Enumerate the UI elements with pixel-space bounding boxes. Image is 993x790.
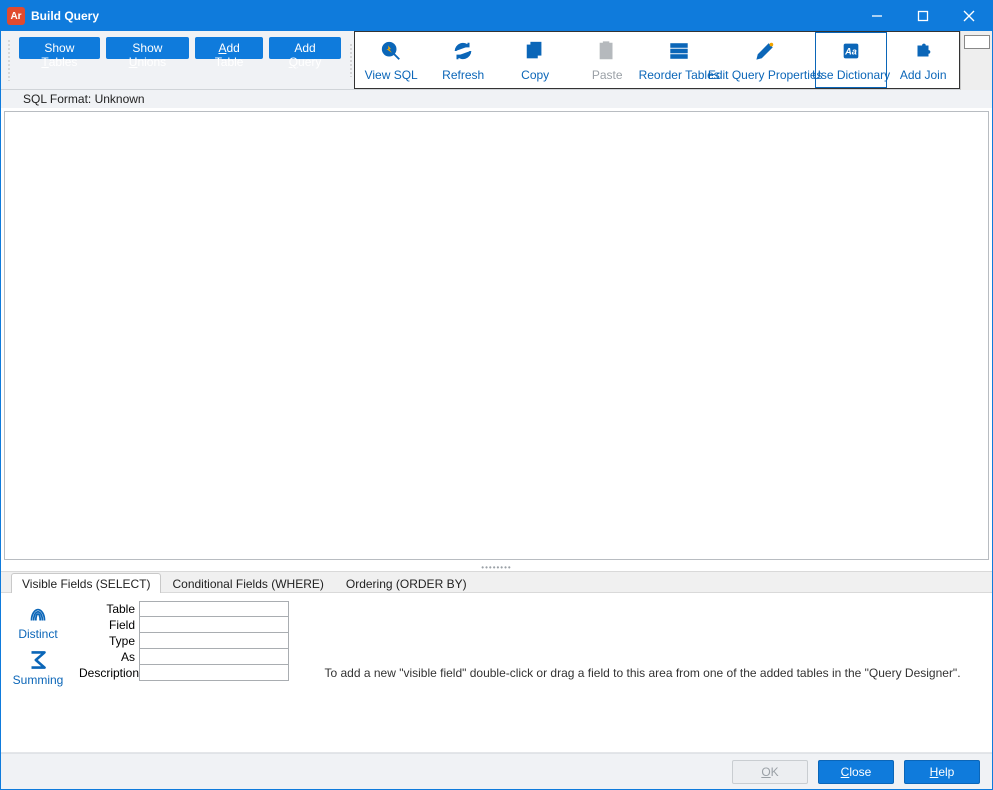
left-toolbar: Show Tables Show Unions Add Table Add Qu… — [1, 31, 347, 89]
dictionary-icon: Aa — [840, 38, 862, 64]
reorder-tables-icon — [668, 38, 690, 64]
side-swatch — [960, 31, 992, 90]
fingerprint-icon — [25, 601, 51, 627]
paste-button: Paste — [571, 32, 643, 88]
tab-conditional-fields[interactable]: Conditional Fields (WHERE) — [161, 573, 334, 593]
add-join-button[interactable]: Add Join — [887, 32, 959, 88]
copy-button[interactable]: Copy — [499, 32, 571, 88]
ok-button: OK — [732, 760, 808, 784]
show-unions-button[interactable]: Show Unions — [106, 37, 189, 59]
label-description: Description — [79, 666, 139, 680]
close-button[interactable]: Close — [818, 760, 894, 784]
toolbar-gripper[interactable] — [347, 31, 354, 89]
titlebar: Ar Build Query — [1, 1, 992, 31]
reorder-tables-button[interactable]: Reorder Tables — [643, 32, 715, 88]
label-table: Table — [79, 602, 139, 616]
toolbar-area: Show Tables Show Unions Add Table Add Qu… — [1, 31, 992, 90]
window-title: Build Query — [31, 9, 99, 23]
edit-pencil-icon — [754, 38, 776, 64]
summing-tool[interactable]: Summing — [13, 647, 64, 687]
ribbon-toolbar: View SQL Refresh Copy Paste Reorder Tabl… — [354, 31, 960, 89]
distinct-tool[interactable]: Distinct — [18, 601, 57, 641]
app-icon: Ar — [7, 7, 25, 25]
edit-query-properties-button[interactable]: Edit Query Properties — [715, 32, 815, 88]
maximize-button[interactable] — [900, 1, 946, 31]
show-tables-button[interactable]: Show Tables — [19, 37, 100, 59]
visible-fields-hint: To add a new "visible field" double-clic… — [303, 601, 982, 744]
input-table[interactable] — [139, 601, 289, 617]
puzzle-icon — [912, 38, 934, 64]
sigma-icon — [25, 647, 51, 673]
input-field[interactable] — [139, 617, 289, 633]
sql-format-status: SQL Format: Unknown — [1, 90, 992, 108]
close-window-button[interactable] — [946, 1, 992, 31]
view-sql-button[interactable]: View SQL — [355, 32, 427, 88]
refresh-button[interactable]: Refresh — [427, 32, 499, 88]
copy-icon — [524, 38, 546, 64]
tab-visible-fields[interactable]: Visible Fields (SELECT) — [11, 573, 161, 593]
field-properties-grid: Table Field Type As Description — [79, 601, 289, 744]
refresh-icon — [452, 38, 474, 64]
label-field: Field — [79, 618, 139, 632]
tab-ordering[interactable]: Ordering (ORDER BY) — [335, 573, 478, 593]
dialog-footer: OK Close Help — [1, 753, 992, 789]
paste-icon — [596, 38, 618, 64]
svg-text:Aa: Aa — [844, 47, 857, 57]
add-table-button[interactable]: Add Table — [195, 37, 263, 59]
input-description[interactable] — [139, 665, 289, 681]
splitter-handle[interactable]: •••••••• — [1, 563, 992, 571]
use-dictionary-button[interactable]: Aa Use Dictionary — [815, 32, 887, 88]
bottom-tabs: Visible Fields (SELECT) Conditional Fiel… — [1, 571, 992, 593]
minimize-button[interactable] — [854, 1, 900, 31]
input-type[interactable] — [139, 633, 289, 649]
add-query-button[interactable]: Add Query — [269, 37, 341, 59]
label-as: As — [79, 650, 139, 664]
query-designer-canvas[interactable] — [4, 111, 989, 560]
side-tools: Distinct Summing — [11, 601, 65, 744]
label-type: Type — [79, 634, 139, 648]
help-button[interactable]: Help — [904, 760, 980, 784]
magnifier-lightning-icon — [380, 38, 402, 64]
input-as[interactable] — [139, 649, 289, 665]
bottom-panel: Distinct Summing Table Field Type As Des… — [1, 593, 992, 753]
